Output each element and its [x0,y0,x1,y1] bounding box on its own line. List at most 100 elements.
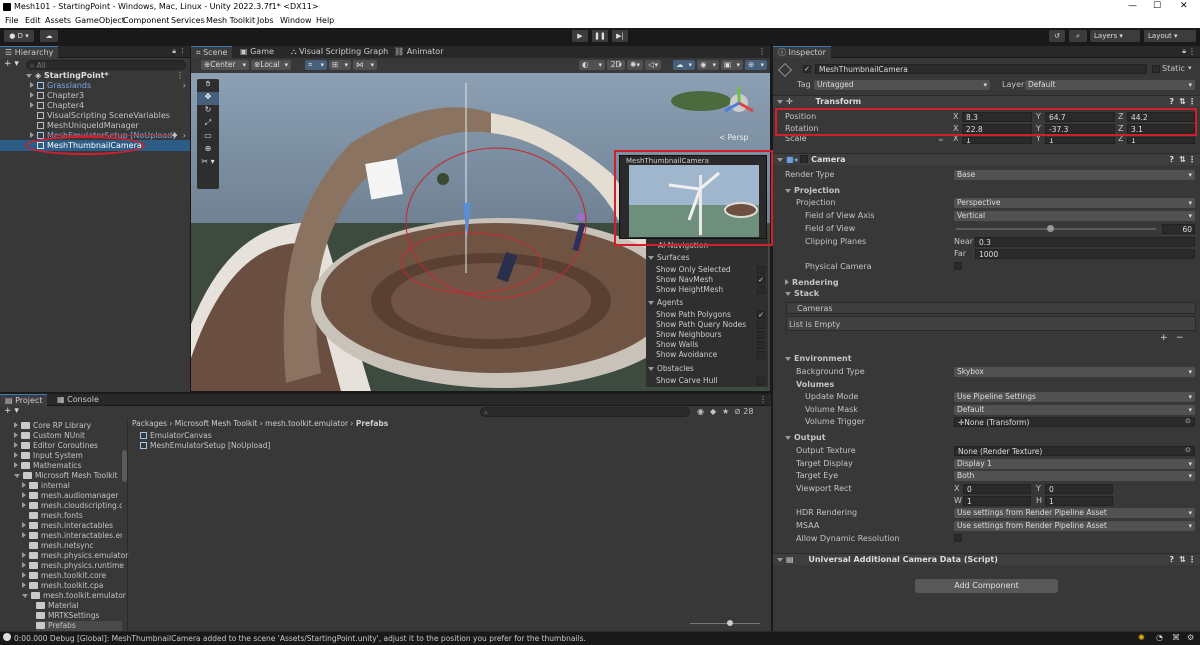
lighting-status-icon[interactable]: ✺ [1138,633,1145,642]
output-foldout[interactable]: Output [785,432,826,443]
show-heightmesh-checkbox[interactable] [757,286,765,294]
scale-link-icon[interactable]: ∞ [938,136,944,144]
show-navmesh-checkbox[interactable]: ✓ [757,276,765,284]
asset-emulatorcanvas[interactable]: EmulatorCanvas [140,431,212,441]
lighting-toggle-button[interactable]: ✺ [627,60,643,70]
near-field[interactable]: 0.3 [975,237,1195,247]
list-add-button[interactable]: + [1160,333,1168,343]
menu-help[interactable]: Help [316,16,334,25]
rendering-foldout[interactable]: Rendering [785,277,839,288]
tree-item[interactable]: Material [36,601,78,611]
expand-arrow-icon[interactable] [22,552,26,558]
scene-more-menu-icon[interactable]: ⋮ [758,47,766,56]
scale-tool-icon[interactable]: ⤢ [197,118,219,131]
render-type-dropdown[interactable]: Base [954,170,1195,180]
show-only-selected-checkbox[interactable] [757,266,765,274]
bg-type-dropdown[interactable]: Skybox [954,367,1195,377]
presets-icon[interactable]: ⇅ [1179,96,1186,108]
breadcrumb-item[interactable]: mesh.toolkit.emulator [265,419,348,428]
stack-foldout[interactable]: Stack [785,288,819,299]
far-field[interactable]: 1000 [975,249,1195,259]
expand-arrow-icon[interactable] [30,102,34,108]
layout-dropdown[interactable]: Layout ▾ [1144,30,1196,42]
viewport-h-field[interactable]: 1 [1045,496,1113,506]
dynamic-resolution-checkbox[interactable] [954,534,962,542]
object-picker-icon[interactable]: ⊙ [1185,446,1191,454]
fov-value-field[interactable]: 60 [1162,224,1195,234]
expand-arrow-icon[interactable] [26,74,32,78]
viewport-y-field[interactable]: 0 [1045,484,1113,494]
menu-jobs[interactable]: Jobs [257,16,274,25]
scrollbar[interactable] [122,450,127,482]
scale-z-field[interactable]: 1 [1127,137,1195,144]
history-icon[interactable]: ↺ [1049,30,1065,42]
expand-arrow-icon[interactable] [22,492,26,498]
show-avoidance-checkbox[interactable] [757,351,765,359]
projection-foldout[interactable]: Projection [785,185,840,196]
rotate-tool-icon[interactable]: ↻ [197,105,219,118]
project-more-icon[interactable]: ⋮ [759,395,767,404]
inspector-lock-icon[interactable]: 🔒︎ [1182,47,1186,56]
breadcrumb-item-current[interactable]: Prefabs [356,419,388,428]
hierarchy-item-chapter3[interactable]: Chapter3 [30,91,84,101]
scale-y-field[interactable]: 1 [1045,137,1115,144]
debug-mode-icon[interactable]: ⚙ [1187,633,1194,642]
expand-arrow-icon[interactable] [22,502,26,508]
prefab-open-arrow-icon[interactable]: › [183,81,186,90]
expand-arrow-icon[interactable] [777,158,783,162]
draw-mode-button[interactable]: ◐ [579,60,605,70]
rect-tool-icon[interactable]: ▭ [197,131,219,144]
layer-dropdown[interactable]: Default [1025,80,1195,90]
menu-mesh-toolkit[interactable]: Mesh Toolkit [206,16,255,25]
help-icon[interactable]: ? [1169,96,1174,108]
tab-project[interactable]: ▤ Project [0,394,48,406]
expand-arrow-icon[interactable] [22,522,26,528]
show-neighbours-checkbox[interactable] [757,331,765,339]
tree-item[interactable]: mesh.physics.emulator [22,551,128,561]
show-path-query-nodes-checkbox[interactable] [757,321,765,329]
status-message[interactable]: 0:00.000 Debug [Global]: MeshThumbnailCa… [14,634,586,643]
progress-icon[interactable]: ◔ [1156,633,1163,642]
physical-camera-checkbox[interactable] [954,262,962,270]
expand-arrow-icon[interactable] [22,562,26,568]
tree-item[interactable]: mesh.interactables [22,521,113,531]
expand-arrow-icon[interactable] [785,189,791,193]
expand-arrow-icon[interactable] [14,452,18,458]
tree-item[interactable]: internal [22,481,70,491]
object-name-input[interactable]: MeshThumbnailCamera [815,64,1147,74]
increment-snap-button[interactable]: ⋈ [353,60,377,70]
fov-slider-thumb[interactable] [1047,225,1054,232]
tree-item[interactable]: mesh.audiomanager [22,491,118,501]
expand-arrow-icon[interactable] [785,279,789,285]
expand-arrow-icon[interactable] [14,442,18,448]
zoom-slider[interactable] [690,623,760,624]
component-more-icon[interactable]: ⋮ [1188,96,1196,108]
hierarchy-item-grasslands[interactable]: Grasslands [30,81,91,91]
component-more-icon[interactable]: ⋮ [1188,554,1196,566]
expand-arrow-icon[interactable] [14,474,20,478]
tree-item-selected[interactable]: Prefabs [36,621,122,631]
step-button[interactable]: ▶| [612,30,628,42]
transform-tool-icon[interactable]: ⊕ [197,144,219,157]
tree-item[interactable]: mesh.fonts [29,511,83,521]
hierarchy-item-chapter4[interactable]: Chapter4 [30,101,84,111]
viewport-x-field[interactable]: 0 [963,484,1031,494]
static-dropdown-icon[interactable]: ▾ [1188,64,1192,72]
expand-arrow-icon[interactable] [22,532,26,538]
output-texture-field[interactable]: None (Render Texture) [954,446,1195,456]
inspector-more-icon[interactable]: ⋮ [1188,47,1196,56]
camera-settings-button[interactable]: ▣ [721,60,743,70]
update-mode-dropdown[interactable]: Use Pipeline Settings [954,392,1195,402]
hierarchy-item-meshuniqueidmanager[interactable]: MeshUniqueIdManager [37,121,139,131]
expand-arrow-icon[interactable] [22,572,26,578]
target-eye-dropdown[interactable]: Both [954,471,1195,481]
persp-label[interactable]: < Persp [719,133,748,142]
tree-item[interactable]: Input System [14,451,83,461]
expand-arrow-icon[interactable] [30,132,34,138]
search-by-type-icon[interactable]: ◉ [697,407,704,416]
expand-arrow-icon[interactable] [14,432,18,438]
move-tool-icon[interactable]: ✥ [197,92,219,105]
list-remove-button[interactable]: − [1176,333,1184,343]
expand-arrow-icon[interactable] [22,482,26,488]
ai-nav-group-obstacles[interactable]: Obstacles [648,364,694,374]
